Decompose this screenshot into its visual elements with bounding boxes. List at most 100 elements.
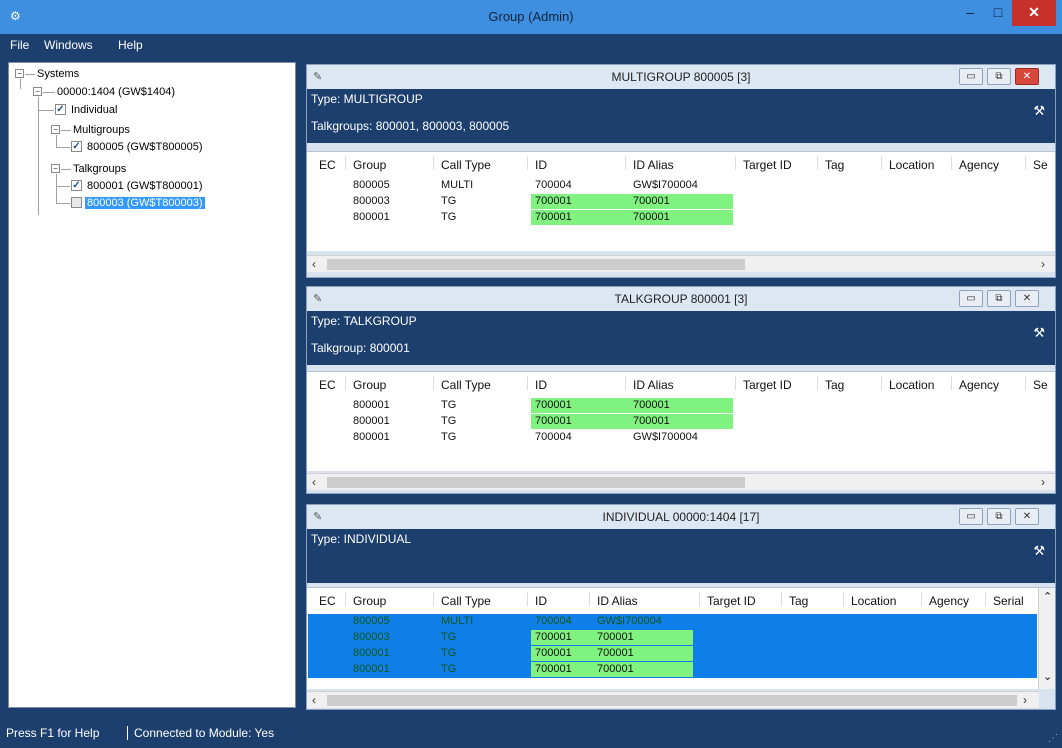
- scroll-right-icon[interactable]: ›: [1041, 475, 1045, 489]
- restore-child-button[interactable]: ⧉: [987, 508, 1011, 525]
- close-child-button[interactable]: ✕: [1015, 508, 1039, 525]
- tools-icon[interactable]: ⚒: [1033, 543, 1045, 559]
- column-separator: [951, 376, 952, 390]
- column-header[interactable]: Group: [353, 594, 386, 608]
- column-header[interactable]: Call Type: [441, 594, 491, 608]
- horizontal-scrollbar[interactable]: ‹ ›: [307, 255, 1055, 272]
- scroll-right-icon[interactable]: ›: [1041, 257, 1045, 271]
- column-header[interactable]: Tag: [789, 594, 808, 608]
- talkgroup-800001-checkbox[interactable]: ✓: [71, 180, 82, 191]
- tree-node-talkgroups[interactable]: Talkgroups: [73, 162, 126, 176]
- column-header[interactable]: ID Alias: [633, 158, 674, 172]
- individual-title: INDIVIDUAL 00000:1404 [17]: [602, 510, 760, 524]
- column-header[interactable]: EC: [319, 594, 336, 608]
- id-alias-cell: 700001: [593, 630, 693, 645]
- tree-node-system[interactable]: 00000:1404 (GW$1404): [57, 85, 175, 99]
- scroll-down-icon[interactable]: ⌄: [1043, 670, 1052, 685]
- column-header[interactable]: EC: [319, 378, 336, 392]
- scroll-right-icon[interactable]: ›: [1023, 693, 1027, 707]
- menu-help[interactable]: Help: [118, 38, 143, 52]
- column-header[interactable]: Target ID: [743, 158, 792, 172]
- column-header[interactable]: Agency: [929, 594, 969, 608]
- column-header[interactable]: Tag: [825, 378, 844, 392]
- scrollbar-thumb[interactable]: [327, 695, 1017, 706]
- column-separator: [1025, 156, 1026, 170]
- restore-child-button[interactable]: ⧉: [987, 290, 1011, 307]
- close-child-button[interactable]: ✕: [1015, 290, 1039, 307]
- collapse-multigroups-icon[interactable]: −: [51, 125, 60, 134]
- column-header[interactable]: Tag: [825, 158, 844, 172]
- column-header[interactable]: ID: [535, 378, 547, 392]
- column-header[interactable]: Call Type: [441, 158, 491, 172]
- tree-node-talkgroup-800001[interactable]: 800001 (GW$T800001): [87, 179, 203, 193]
- resize-grip-icon[interactable]: ⋰: [1048, 733, 1058, 744]
- column-header[interactable]: Target ID: [707, 594, 756, 608]
- collapse-systems-icon[interactable]: −: [15, 69, 24, 78]
- tree-node-talkgroup-800003[interactable]: 800003 (GW$T800003): [85, 196, 205, 210]
- column-header[interactable]: Group: [353, 158, 386, 172]
- horizontal-scrollbar[interactable]: ‹ ›: [307, 691, 1039, 708]
- column-header[interactable]: EC: [319, 158, 336, 172]
- scroll-left-icon[interactable]: ‹: [312, 257, 316, 271]
- id-cell: 700004: [535, 615, 572, 627]
- column-header[interactable]: Location: [889, 378, 934, 392]
- horizontal-scrollbar[interactable]: ‹ ›: [307, 473, 1055, 490]
- column-header[interactable]: Group: [353, 378, 386, 392]
- minimize-button[interactable]: –: [956, 0, 984, 26]
- scroll-left-icon[interactable]: ‹: [312, 475, 316, 489]
- column-header[interactable]: Se: [1033, 378, 1048, 392]
- column-header[interactable]: Location: [851, 594, 896, 608]
- tools-icon[interactable]: ⚒: [1033, 325, 1045, 341]
- tree-node-individual[interactable]: Individual: [71, 103, 117, 117]
- column-header[interactable]: Agency: [959, 158, 999, 172]
- column-header[interactable]: ID Alias: [597, 594, 638, 608]
- multigroup-800005-checkbox[interactable]: ✓: [71, 141, 82, 152]
- individual-grid[interactable]: EC Group Call Type ID ID Alias Target ID Tag Lo…: [307, 587, 1055, 689]
- column-separator: [527, 592, 528, 606]
- minimize-child-button[interactable]: ▭: [959, 290, 983, 307]
- column-separator: [881, 156, 882, 170]
- scrollbar-thumb[interactable]: [327, 259, 745, 270]
- multigroup-grid[interactable]: EC Group Call Type ID ID Alias Target ID Tag Lo…: [307, 151, 1055, 251]
- talkgroup-800003-checkbox[interactable]: [71, 197, 82, 208]
- column-header[interactable]: Call Type: [441, 378, 491, 392]
- column-header[interactable]: ID: [535, 594, 547, 608]
- minimize-child-button[interactable]: ▭: [959, 68, 983, 85]
- scrollbar-thumb[interactable]: [327, 477, 745, 488]
- menu-windows[interactable]: Windows: [44, 38, 93, 52]
- column-separator: [433, 156, 434, 170]
- maximize-button[interactable]: □: [984, 0, 1012, 26]
- scroll-left-icon[interactable]: ‹: [312, 693, 316, 707]
- column-separator: [951, 156, 952, 170]
- column-header[interactable]: ID: [535, 158, 547, 172]
- group-cell: 800003: [353, 631, 390, 643]
- scroll-up-icon[interactable]: ⌃: [1043, 590, 1052, 605]
- tools-icon[interactable]: ⚒: [1033, 103, 1045, 119]
- collapse-talkgroups-icon[interactable]: −: [51, 164, 60, 173]
- column-header[interactable]: Target ID: [743, 378, 792, 392]
- close-child-button[interactable]: ✕: [1015, 68, 1039, 85]
- talkgroup-grid[interactable]: EC Group Call Type ID ID Alias Target ID Tag Lo…: [307, 371, 1055, 471]
- vertical-scrollbar[interactable]: ⌃ ⌄: [1038, 588, 1055, 689]
- column-header[interactable]: ID Alias: [633, 378, 674, 392]
- column-header[interactable]: Serial: [993, 594, 1024, 608]
- close-button[interactable]: ✕: [1012, 0, 1056, 26]
- system-tree[interactable]: − Systems − 00000:1404 (GW$1404) ✓ Indiv…: [8, 62, 296, 708]
- collapse-system-icon[interactable]: −: [33, 87, 42, 96]
- restore-child-button[interactable]: ⧉: [987, 68, 1011, 85]
- column-separator: [1025, 376, 1026, 390]
- menu-file[interactable]: File: [10, 38, 29, 52]
- tree-node-multigroups[interactable]: Multigroups: [73, 123, 130, 137]
- id-alias-cell: 700001: [629, 194, 733, 209]
- tree-node-multigroup-800005[interactable]: 800005 (GW$T800005): [87, 140, 203, 154]
- tree-node-systems[interactable]: Systems: [37, 67, 79, 81]
- column-header[interactable]: Location: [889, 158, 934, 172]
- status-bar: Press F1 for Help Connected to Module: Y…: [0, 718, 1062, 748]
- column-separator: [843, 592, 844, 606]
- individual-checkbox[interactable]: ✓: [55, 104, 66, 115]
- tree-line: [56, 147, 70, 148]
- column-header[interactable]: Se: [1033, 158, 1048, 172]
- minimize-child-button[interactable]: ▭: [959, 508, 983, 525]
- id-cell: 700004: [535, 431, 572, 443]
- column-header[interactable]: Agency: [959, 378, 999, 392]
